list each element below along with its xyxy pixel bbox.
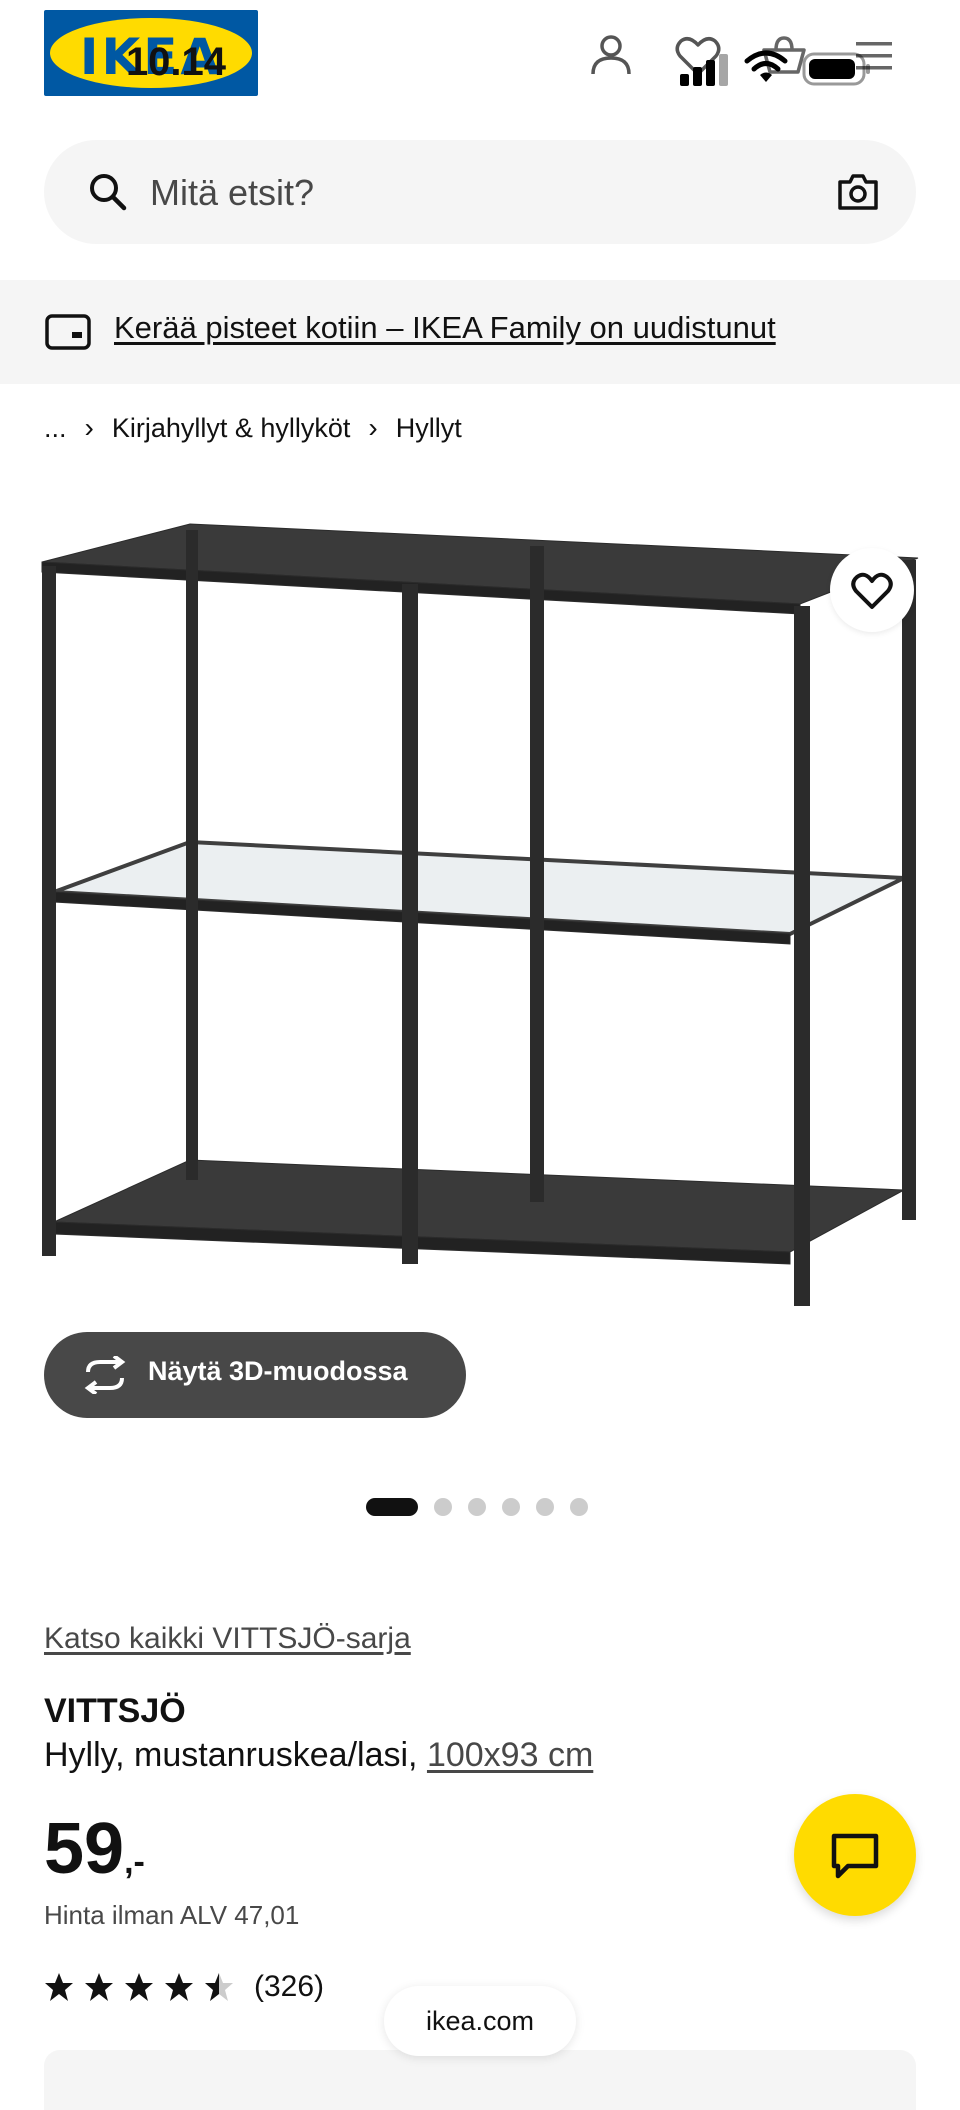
carousel-dot[interactable] [570, 1498, 588, 1516]
image-carousel-indicator [366, 1496, 588, 1518]
star-icon [125, 1973, 153, 2001]
carousel-dot[interactable] [468, 1498, 486, 1516]
star-half-icon [205, 1973, 233, 2001]
promo-banner[interactable]: Kerää pisteet kotiin – IKEA Family on uu… [0, 280, 960, 384]
breadcrumb: ... › Kirjahyllyt & hyllyköt › Hyllyt [44, 412, 462, 444]
breadcrumb-item-shelves[interactable]: Hyllyt [396, 413, 462, 444]
rating-stars [44, 1972, 234, 2002]
breadcrumb-item-bookcases[interactable]: Kirjahyllyt & hyllyköt [112, 413, 351, 444]
search-input[interactable] [148, 164, 792, 222]
price-whole: 59 [44, 1809, 125, 1889]
star-icon [165, 1973, 193, 2001]
bottom-card [44, 2050, 916, 2110]
rating[interactable]: (326) [44, 1970, 324, 2004]
view-3d-button[interactable]: Näytä 3D-muodossa [44, 1332, 466, 1418]
product-name: VITTSJÖ [44, 1692, 186, 1730]
promo-link[interactable]: Kerää pisteet kotiin – IKEA Family on uu… [114, 310, 776, 346]
status-time: 10.14 [125, 40, 227, 84]
signal-icon [680, 54, 728, 86]
carousel-dot[interactable] [434, 1498, 452, 1516]
carousel-dot-active[interactable] [366, 1498, 418, 1516]
series-link[interactable]: Katso kaikki VITTSJÖ-sarja [44, 1622, 411, 1656]
product-type: Hylly, mustanruskea/lasi, [44, 1736, 418, 1774]
price-suffix: ,- [124, 1843, 145, 1881]
heart-icon [851, 572, 893, 609]
view-3d-label: Näytä 3D-muodossa [148, 1356, 408, 1386]
search-bar[interactable] [44, 140, 916, 244]
family-card-icon [45, 314, 91, 350]
product-image[interactable] [0, 470, 960, 1470]
search-icon [90, 174, 127, 211]
product-size-link[interactable]: 100x93 cm [427, 1736, 593, 1774]
chat-icon [831, 1833, 879, 1879]
chat-button[interactable] [794, 1794, 916, 1916]
price: 59,- [44, 1808, 145, 1890]
battery-icon [802, 52, 870, 86]
chevron-right-icon: › [84, 412, 94, 443]
star-icon [85, 1973, 113, 2001]
rotate-3d-icon [84, 1356, 126, 1394]
price-without-vat: Hinta ilman ALV 47,01 [44, 1900, 300, 1930]
carousel-dot[interactable] [502, 1498, 520, 1516]
product-description: Hylly, mustanruskea/lasi, 100x93 cm [44, 1736, 593, 1775]
chevron-right-icon: › [368, 412, 378, 443]
user-icon[interactable] [583, 28, 639, 84]
favourite-button[interactable] [830, 548, 914, 632]
camera-icon[interactable] [836, 170, 880, 214]
carousel-dot[interactable] [536, 1498, 554, 1516]
browser-url-bar[interactable]: ikea.com [384, 1986, 576, 2056]
star-icon [45, 1973, 73, 2001]
wifi-icon [744, 50, 788, 82]
breadcrumb-ellipsis[interactable]: ... [44, 413, 67, 444]
review-count[interactable]: (326) [254, 1970, 324, 2004]
